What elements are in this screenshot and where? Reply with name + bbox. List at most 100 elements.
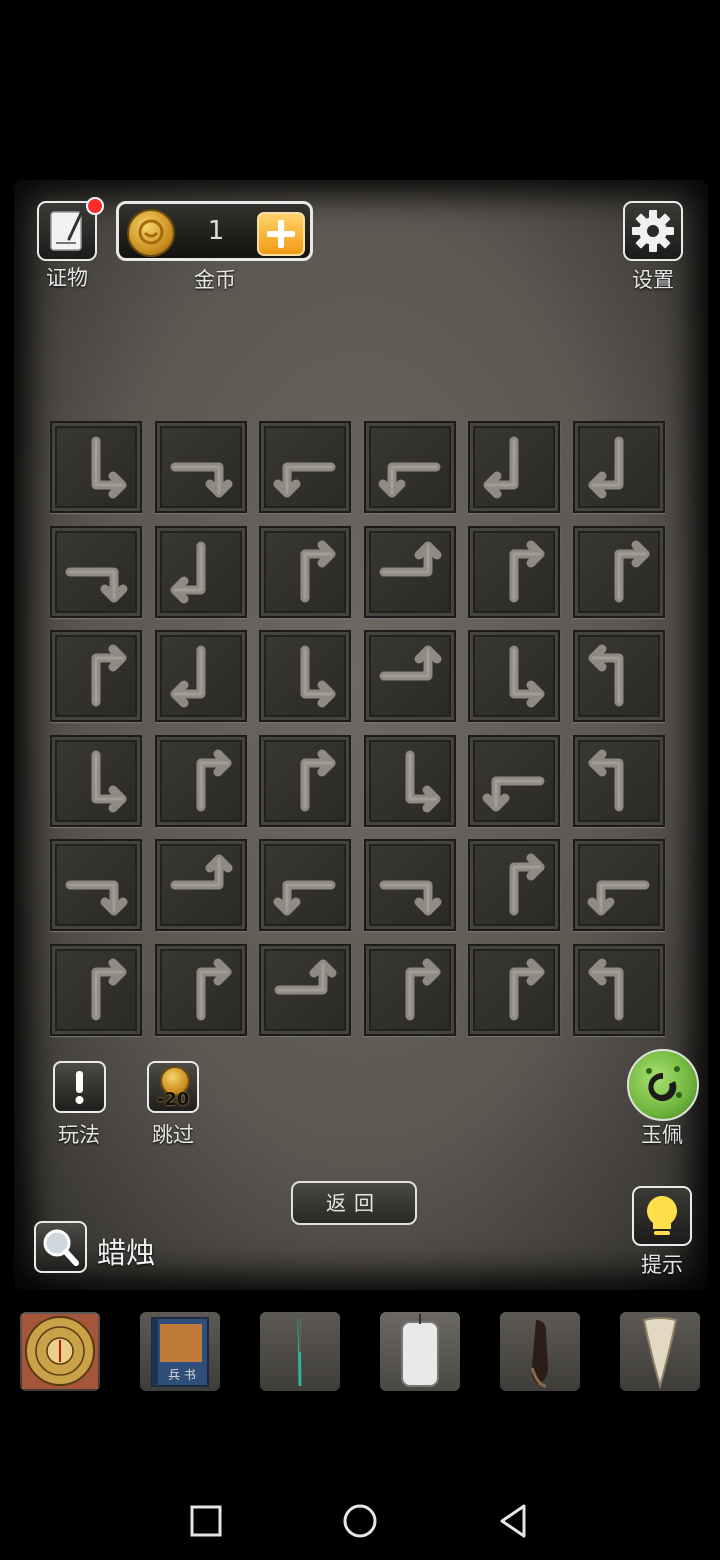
puzzle-tile[interactable] <box>363 421 456 513</box>
buy-coins-plus-icon[interactable] <box>257 212 305 256</box>
puzzle-tile[interactable] <box>154 839 247 931</box>
puzzle-tile[interactable] <box>572 630 665 722</box>
coin-label: 金币 <box>194 268 236 292</box>
puzzle-tile[interactable] <box>572 943 665 1036</box>
puzzle-tile[interactable] <box>50 421 142 513</box>
dagger-icon <box>297 1317 302 1387</box>
inventory-slot-candle[interactable] <box>380 1312 460 1391</box>
turn-arrow-icon <box>379 880 441 916</box>
hint-label: 提示 <box>641 1253 683 1277</box>
rules-label: 玩法 <box>58 1123 100 1147</box>
turn-arrow-icon <box>196 958 231 1020</box>
puzzle-tile[interactable] <box>259 839 351 931</box>
puzzle-tile[interactable] <box>50 943 142 1036</box>
puzzle-tile[interactable] <box>259 421 351 513</box>
puzzle-tile[interactable] <box>468 734 560 827</box>
search-target-name: 蜡烛 <box>97 1236 156 1270</box>
candle-icon <box>401 1314 439 1387</box>
back-nav-icon[interactable] <box>494 1501 534 1541</box>
turn-arrow-icon <box>274 959 337 994</box>
puzzle-tile[interactable] <box>363 839 456 931</box>
puzzle-tile[interactable] <box>50 525 142 618</box>
puzzle-tile[interactable] <box>572 839 665 931</box>
settings-button[interactable] <box>623 201 683 261</box>
puzzle-tile[interactable] <box>363 734 456 827</box>
puzzle-tile[interactable] <box>154 421 247 513</box>
turn-arrow-icon <box>91 750 127 812</box>
puzzle-tile[interactable] <box>259 943 351 1036</box>
jade-pendant-icon <box>646 1066 682 1101</box>
turn-arrow-icon <box>509 958 545 1020</box>
puzzle-tile[interactable] <box>259 630 351 722</box>
puzzle-tile[interactable] <box>468 839 560 931</box>
inventory-slot-war-book[interactable]: 兵 书 <box>140 1312 220 1391</box>
gear-icon <box>632 210 674 252</box>
jade-label: 玉佩 <box>641 1123 683 1147</box>
puzzle-tile[interactable] <box>363 630 456 722</box>
turn-arrow-icon <box>588 436 623 499</box>
skip-cost: -20 <box>156 1089 190 1110</box>
turn-arrow-icon <box>65 880 128 916</box>
puzzle-tile[interactable] <box>259 734 351 827</box>
puzzle-tile[interactable] <box>468 525 560 618</box>
rules-button[interactable] <box>53 1061 106 1113</box>
puzzle-tile[interactable] <box>363 943 456 1036</box>
home-icon[interactable] <box>340 1501 380 1541</box>
turn-arrow-icon <box>91 644 127 707</box>
inventory-slot-horn[interactable] <box>620 1312 700 1391</box>
turn-arrow-icon <box>588 958 623 1020</box>
puzzle-tile[interactable] <box>154 734 247 827</box>
exclamation-icon <box>75 1071 84 1104</box>
puzzle-tile[interactable] <box>468 943 560 1036</box>
turn-arrow-icon <box>300 645 336 708</box>
recent-apps-icon[interactable] <box>186 1501 226 1541</box>
book-title: 兵 书 <box>168 1368 196 1382</box>
coin-count: 1 <box>207 216 225 246</box>
puzzle-tile[interactable] <box>363 525 456 618</box>
coin-bar: 1 <box>116 201 313 261</box>
turn-arrow-icon <box>509 853 545 916</box>
puzzle-tile[interactable] <box>259 525 351 618</box>
compass-icon <box>22 1314 98 1389</box>
turn-arrow-icon <box>91 958 127 1020</box>
puzzle-tile[interactable] <box>468 421 560 513</box>
turn-arrow-icon <box>273 880 336 916</box>
puzzle-tile[interactable] <box>50 734 142 827</box>
puzzle-tile[interactable] <box>50 839 142 931</box>
back-button[interactable]: 返回 <box>291 1181 417 1225</box>
turn-arrow-icon <box>91 436 127 499</box>
inventory-slot-dagger[interactable] <box>260 1312 340 1391</box>
turn-arrow-icon <box>587 880 649 916</box>
brush-icon <box>530 1320 548 1388</box>
skip-button[interactable]: -20 <box>147 1061 199 1113</box>
turn-arrow-icon <box>300 540 336 602</box>
inventory-slot-compass[interactable] <box>20 1312 100 1391</box>
puzzle-tile[interactable] <box>468 630 560 722</box>
turn-arrow-icon <box>170 462 232 498</box>
puzzle-tile[interactable] <box>572 525 665 618</box>
puzzle-tile[interactable] <box>572 421 665 513</box>
evidence-button[interactable] <box>37 197 104 261</box>
turn-arrow-icon <box>588 644 623 707</box>
puzzle-tile[interactable] <box>50 630 142 722</box>
lightbulb-icon <box>647 1196 677 1235</box>
notebook-icon <box>50 207 85 251</box>
turn-arrow-icon <box>196 749 231 811</box>
puzzle-tile[interactable] <box>572 734 665 827</box>
turn-arrow-icon <box>273 462 336 498</box>
evidence-label: 证物 <box>46 266 88 290</box>
puzzle-tile[interactable] <box>154 943 247 1036</box>
turn-arrow-icon <box>482 776 545 811</box>
turn-arrow-icon <box>170 541 205 603</box>
hint-button[interactable] <box>632 1186 692 1246</box>
skip-label: 跳过 <box>152 1123 194 1147</box>
arrow-puzzle-grid <box>50 421 668 1041</box>
puzzle-tile[interactable] <box>154 525 247 618</box>
search-button[interactable] <box>34 1221 87 1273</box>
turn-arrow-icon <box>378 462 440 498</box>
jade-pendant-button[interactable] <box>627 1049 699 1121</box>
turn-arrow-icon <box>588 749 623 811</box>
turn-arrow-icon <box>405 750 440 812</box>
inventory-slot-brush[interactable] <box>500 1312 580 1391</box>
puzzle-tile[interactable] <box>154 630 247 722</box>
